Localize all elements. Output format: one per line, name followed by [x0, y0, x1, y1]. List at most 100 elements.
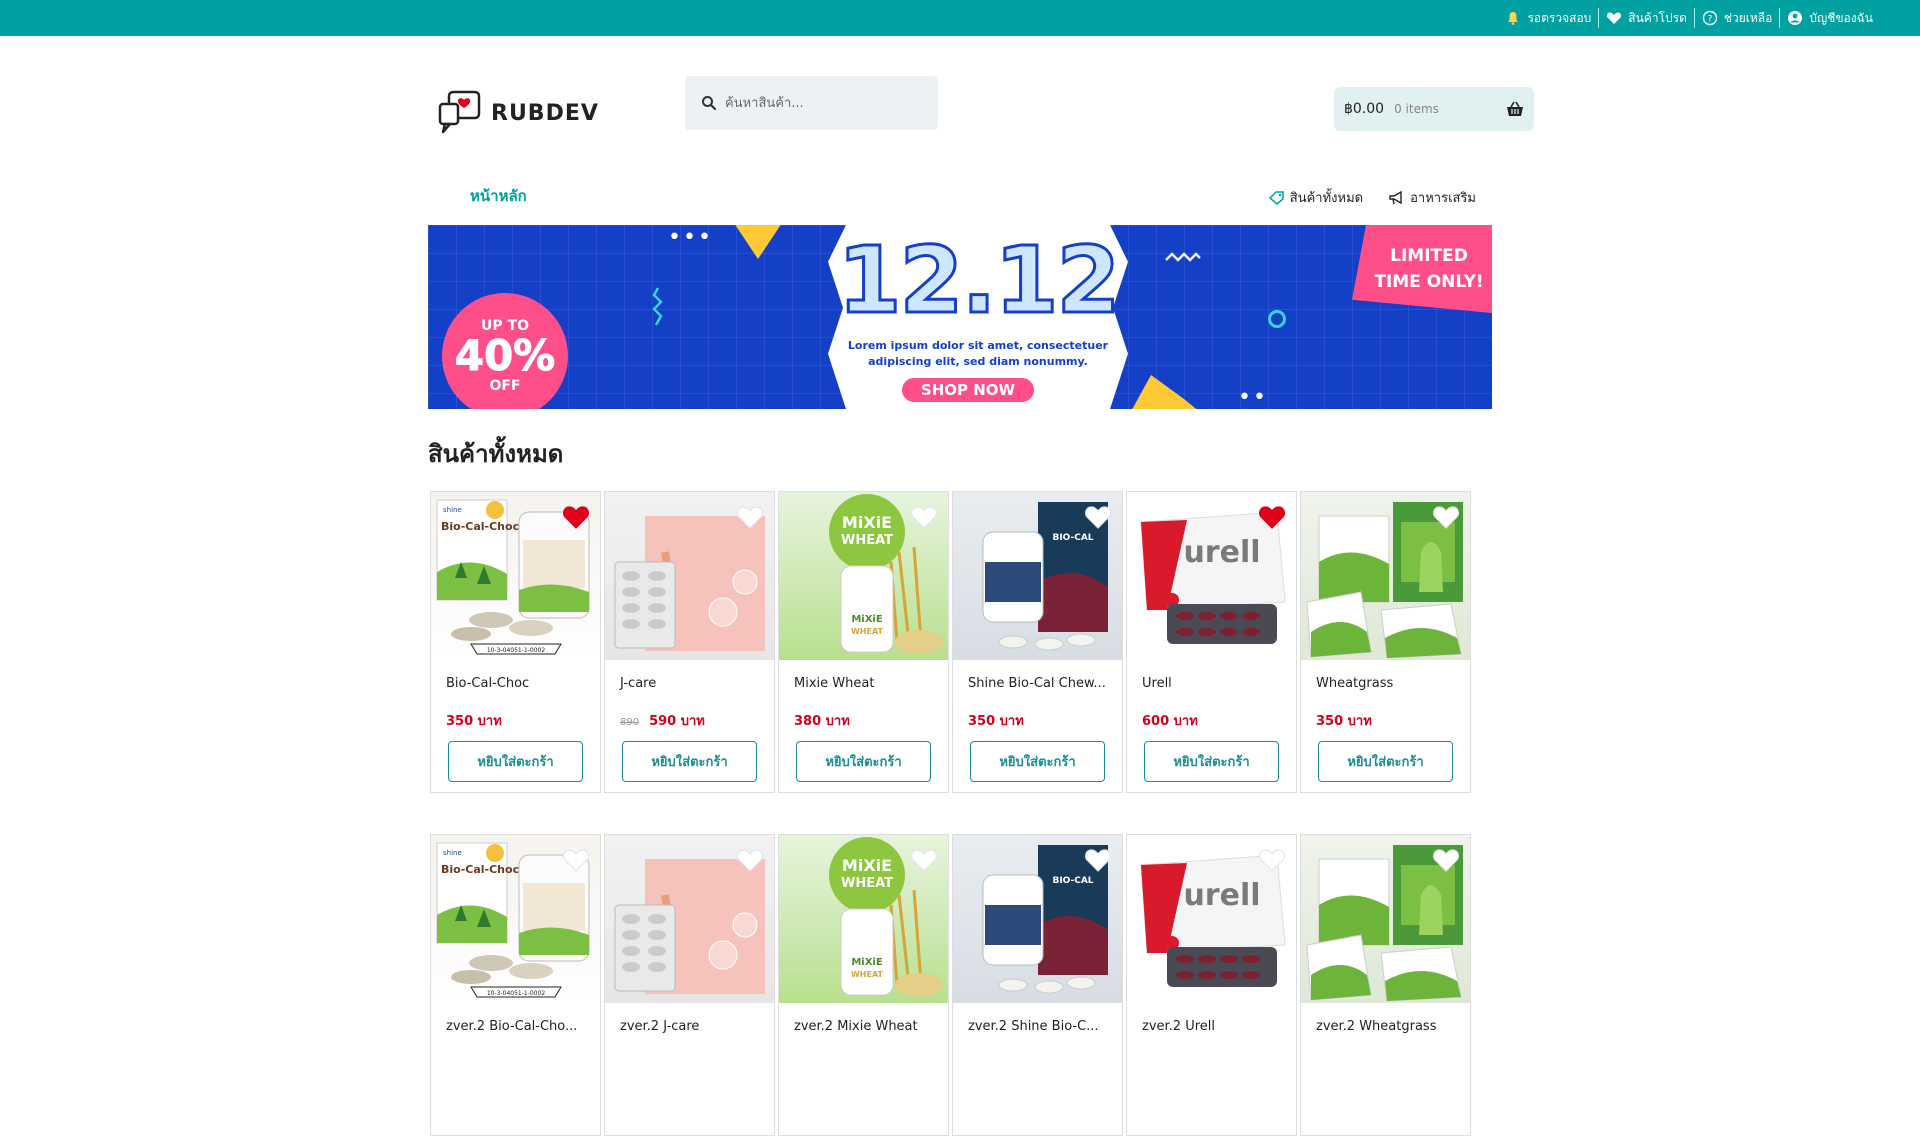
add-to-cart-button[interactable]: หยิบใส่ตะกร้า — [622, 741, 757, 782]
svg-text:shine: shine — [443, 506, 462, 514]
topbar-favorites-label: สินค้าโปรด — [1628, 10, 1687, 25]
product-price: 350 บาท — [1316, 710, 1372, 731]
topbar-account-link[interactable]: บัญชีของฉัน — [1779, 8, 1880, 28]
product-name[interactable]: Urell — [1142, 676, 1172, 691]
limited-time-badge: LIMITED TIME ONLY! — [1352, 225, 1492, 313]
search-input[interactable] — [725, 95, 925, 111]
banner-dots: ••• — [668, 225, 713, 250]
nav-all-products[interactable]: สินค้าทั้งหมด — [1268, 187, 1363, 208]
product-card: urell Urell 600 บาทหยิบใส่ตะกร้า — [1126, 491, 1297, 793]
product-price: 600 บาท — [1142, 710, 1198, 731]
add-to-cart-button[interactable]: หยิบใส่ตะกร้า — [970, 741, 1105, 782]
product-name[interactable]: zver.2 J-care — [620, 1019, 699, 1034]
banner-title: 12.12 — [836, 227, 1122, 334]
zigzag-icon — [652, 287, 663, 326]
limited-label: LIMITED — [1390, 246, 1468, 266]
chat-heart-logo-icon — [438, 90, 481, 134]
badge-percent: 40% — [454, 331, 556, 380]
product-name[interactable]: zver.2 Mixie Wheat — [794, 1019, 918, 1034]
favorite-heart-outline-icon[interactable] — [1432, 504, 1460, 530]
product-price: 350 บาท — [968, 710, 1024, 731]
product-sale-price: 380 บาท — [794, 714, 850, 729]
favorite-heart-outline-icon[interactable] — [562, 847, 590, 873]
favorite-heart-filled-icon[interactable] — [562, 504, 590, 530]
product-name[interactable]: J-care — [620, 676, 656, 691]
svg-text:MiXiE: MiXiE — [842, 856, 892, 875]
product-card: zver.2 Wheatgrass — [1300, 834, 1471, 1136]
product-price: 380 บาท — [794, 710, 850, 731]
basket-icon — [1507, 101, 1523, 116]
svg-text:MiXiE: MiXiE — [842, 513, 892, 532]
top-bar: รอตรวจสอบ สินค้าโปรด ? ช่วยเหลือ บัญชีขอ… — [0, 0, 1920, 36]
svg-text:shine: shine — [443, 849, 462, 857]
time-only-label: TIME ONLY! — [1374, 272, 1484, 292]
tag-icon — [1268, 190, 1284, 205]
banner-dots: •• — [1238, 385, 1268, 409]
cart-item-count: 0 items — [1394, 102, 1439, 116]
product-price: 350 บาท — [446, 710, 502, 731]
favorite-heart-outline-icon[interactable] — [1084, 847, 1112, 873]
favorite-heart-outline-icon[interactable] — [910, 847, 938, 873]
search-box — [685, 76, 938, 130]
banner-ring-shape — [1268, 310, 1286, 328]
nav-home-link[interactable]: หน้าหลัก — [470, 184, 527, 208]
favorite-heart-outline-icon[interactable] — [1432, 847, 1460, 873]
topbar-account-label: บัญชีของฉัน — [1809, 10, 1873, 25]
svg-text:10-3-04051-1-0002: 10-3-04051-1-0002 — [487, 990, 545, 997]
badge-off: OFF — [489, 378, 521, 394]
svg-text:MiXiE: MiXiE — [851, 957, 883, 968]
site-logo[interactable]: RUBDEV — [437, 88, 599, 138]
product-name[interactable]: zver.2 Urell — [1142, 1019, 1215, 1034]
topbar-pending-link[interactable]: รอตรวจสอบ — [1498, 8, 1598, 28]
product-card: shine Bio-Cal-Choc 10-3-04051-1-0002 zve… — [430, 834, 601, 1136]
promo-banner[interactable]: ••• •• UP TO 40% OFF 12.12 Lorem ipsum d… — [428, 225, 1492, 409]
add-to-cart-button[interactable]: หยิบใส่ตะกร้า — [1144, 741, 1279, 782]
product-name[interactable]: zver.2 Shine Bio-C... — [968, 1019, 1099, 1034]
product-card: BIO-CAL zver.2 Shine Bio-C... — [952, 834, 1123, 1136]
nav-supplements[interactable]: อาหารเสริม — [1389, 187, 1476, 208]
top-bar-links: รอตรวจสอบ สินค้าโปรด ? ช่วยเหลือ บัญชีขอ… — [1498, 0, 1880, 36]
product-card: shine Bio-Cal-Choc 10-3-04051-1-0002 Bio… — [430, 491, 601, 793]
product-price: 890 590 บาท — [620, 710, 705, 731]
add-to-cart-button[interactable]: หยิบใส่ตะกร้า — [796, 741, 931, 782]
product-name[interactable]: Bio-Cal-Choc — [446, 676, 529, 691]
add-to-cart-button[interactable]: หยิบใส่ตะกร้า — [448, 741, 583, 782]
heart-icon — [1607, 12, 1622, 24]
user-icon — [1788, 11, 1803, 25]
product-name[interactable]: Shine Bio-Cal Chew... — [968, 676, 1106, 691]
help-icon: ? — [1702, 10, 1718, 26]
shop-now-button[interactable]: SHOP NOW — [902, 378, 1034, 402]
product-card: J-care 890 590 บาทหยิบใส่ตะกร้า — [604, 491, 775, 793]
svg-text:urell: urell — [1183, 878, 1260, 913]
product-card: MiXiE WHEAT MiXiE WHEAT Mixie Wheat 380 บ… — [778, 491, 949, 793]
favorite-heart-outline-icon[interactable] — [736, 504, 764, 530]
favorite-heart-outline-icon[interactable] — [736, 847, 764, 873]
svg-text:WHEAT: WHEAT — [841, 876, 893, 891]
favorite-heart-outline-icon[interactable] — [1084, 504, 1112, 530]
favorite-heart-filled-icon[interactable] — [1258, 504, 1286, 530]
product-name[interactable]: zver.2 Bio-Cal-Cho... — [446, 1019, 577, 1034]
product-name[interactable]: zver.2 Wheatgrass — [1316, 1019, 1436, 1034]
cart-total: ฿0.00 — [1344, 101, 1385, 117]
favorite-heart-outline-icon[interactable] — [1258, 847, 1286, 873]
product-name[interactable]: Mixie Wheat — [794, 676, 874, 691]
add-to-cart-button[interactable]: หยิบใส่ตะกร้า — [1318, 741, 1453, 782]
product-sale-price: 350 บาท — [446, 714, 502, 729]
mini-cart[interactable]: ฿0.00 0 items — [1334, 87, 1534, 131]
topbar-pending-label: รอตรวจสอบ — [1527, 10, 1592, 25]
svg-text:WHEAT: WHEAT — [841, 533, 893, 548]
svg-text:10-3-04051-1-0002: 10-3-04051-1-0002 — [487, 647, 545, 654]
svg-text:Bio-Cal-Choc: Bio-Cal-Choc — [441, 520, 519, 533]
product-name[interactable]: Wheatgrass — [1316, 676, 1393, 691]
topbar-favorites-link[interactable]: สินค้าโปรด — [1598, 8, 1694, 28]
topbar-help-link[interactable]: ? ช่วยเหลือ — [1693, 8, 1780, 28]
svg-text:urell: urell — [1183, 535, 1260, 570]
favorite-heart-outline-icon[interactable] — [910, 504, 938, 530]
product-card: zver.2 J-care — [604, 834, 775, 1136]
main-nav: สินค้าทั้งหมด อาหารเสริม — [1268, 187, 1476, 208]
product-old-price: 890 — [620, 717, 640, 728]
topbar-help-label: ช่วยเหลือ — [1723, 10, 1773, 25]
megaphone-icon — [1389, 190, 1402, 204]
product-card: BIO-CAL Shine Bio-Cal Chew... 350 บาท หยิบ… — [952, 491, 1123, 793]
svg-text:?: ? — [1707, 15, 1712, 25]
